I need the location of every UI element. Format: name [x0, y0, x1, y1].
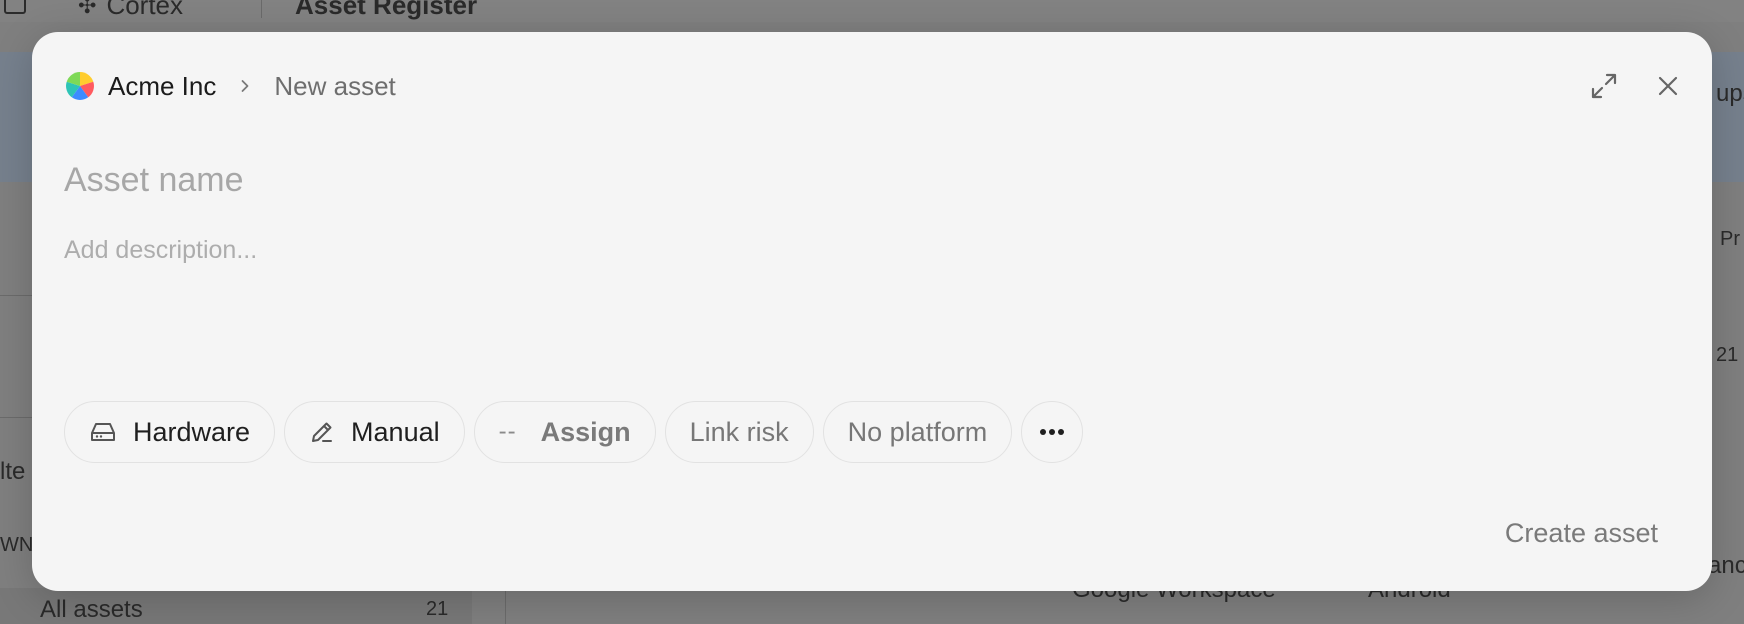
pinwheel-logo-icon	[66, 72, 94, 100]
link-risk-chip[interactable]: Link risk	[664, 401, 814, 463]
close-icon	[1658, 76, 1678, 96]
breadcrumb-current: New asset	[274, 70, 396, 101]
new-asset-dialog: Acme Inc New asset Hardware	[32, 32, 1712, 591]
background-separator	[0, 417, 36, 418]
background-heading-fragment: anc	[1708, 552, 1744, 579]
source-label: Manual	[351, 416, 440, 447]
background-page-title: Asset Register	[295, 0, 478, 20]
platform-label: No platform	[847, 416, 988, 447]
background-sidebar-item-count: 21	[426, 598, 449, 620]
background-separator	[0, 295, 36, 296]
close-button[interactable]	[1650, 68, 1686, 104]
unassigned-indicator: --	[498, 418, 517, 445]
asset-name-input[interactable]	[64, 156, 1664, 204]
assign-chip[interactable]: -- Assign	[473, 401, 656, 463]
chevron-right-icon	[241, 80, 249, 92]
assign-label: Assign	[540, 416, 631, 447]
expand-button[interactable]	[1586, 68, 1622, 104]
pencil-icon	[309, 419, 335, 445]
org-name[interactable]: Acme Inc	[108, 71, 216, 102]
background-app-icon	[4, 0, 26, 14]
description-input[interactable]	[64, 236, 1664, 356]
background-sidebar-item-label: All assets	[40, 596, 143, 623]
background-brand-label: Cortex	[106, 0, 184, 20]
background-brand: ✣ Cortex	[78, 0, 183, 21]
more-horizontal-icon	[1040, 429, 1065, 435]
hard-drive-icon	[89, 420, 117, 444]
background-filter-fragment: lte	[0, 458, 26, 485]
expand-icon	[1591, 73, 1617, 99]
link-risk-label: Link risk	[689, 416, 789, 447]
asset-type-chip[interactable]: Hardware	[64, 401, 276, 463]
asset-type-label: Hardware	[133, 416, 251, 447]
background-count-fragment: 21	[1716, 344, 1739, 366]
property-chips: Hardware Manual -- Assign Link risk No p…	[64, 401, 1084, 463]
background-section-fragment: WN	[0, 534, 34, 556]
source-chip[interactable]: Manual	[284, 401, 465, 463]
platform-chip[interactable]: No platform	[822, 401, 1013, 463]
breadcrumb: Acme Inc New asset	[64, 68, 396, 104]
background-column-fragment: Pr	[1720, 228, 1740, 250]
create-asset-button[interactable]: Create asset	[1505, 518, 1658, 549]
background-tab-fragment: ups	[1716, 80, 1744, 107]
background-brand-icon: ✣	[78, 0, 97, 18]
background-divider	[261, 0, 262, 18]
more-options-button[interactable]	[1021, 401, 1084, 463]
